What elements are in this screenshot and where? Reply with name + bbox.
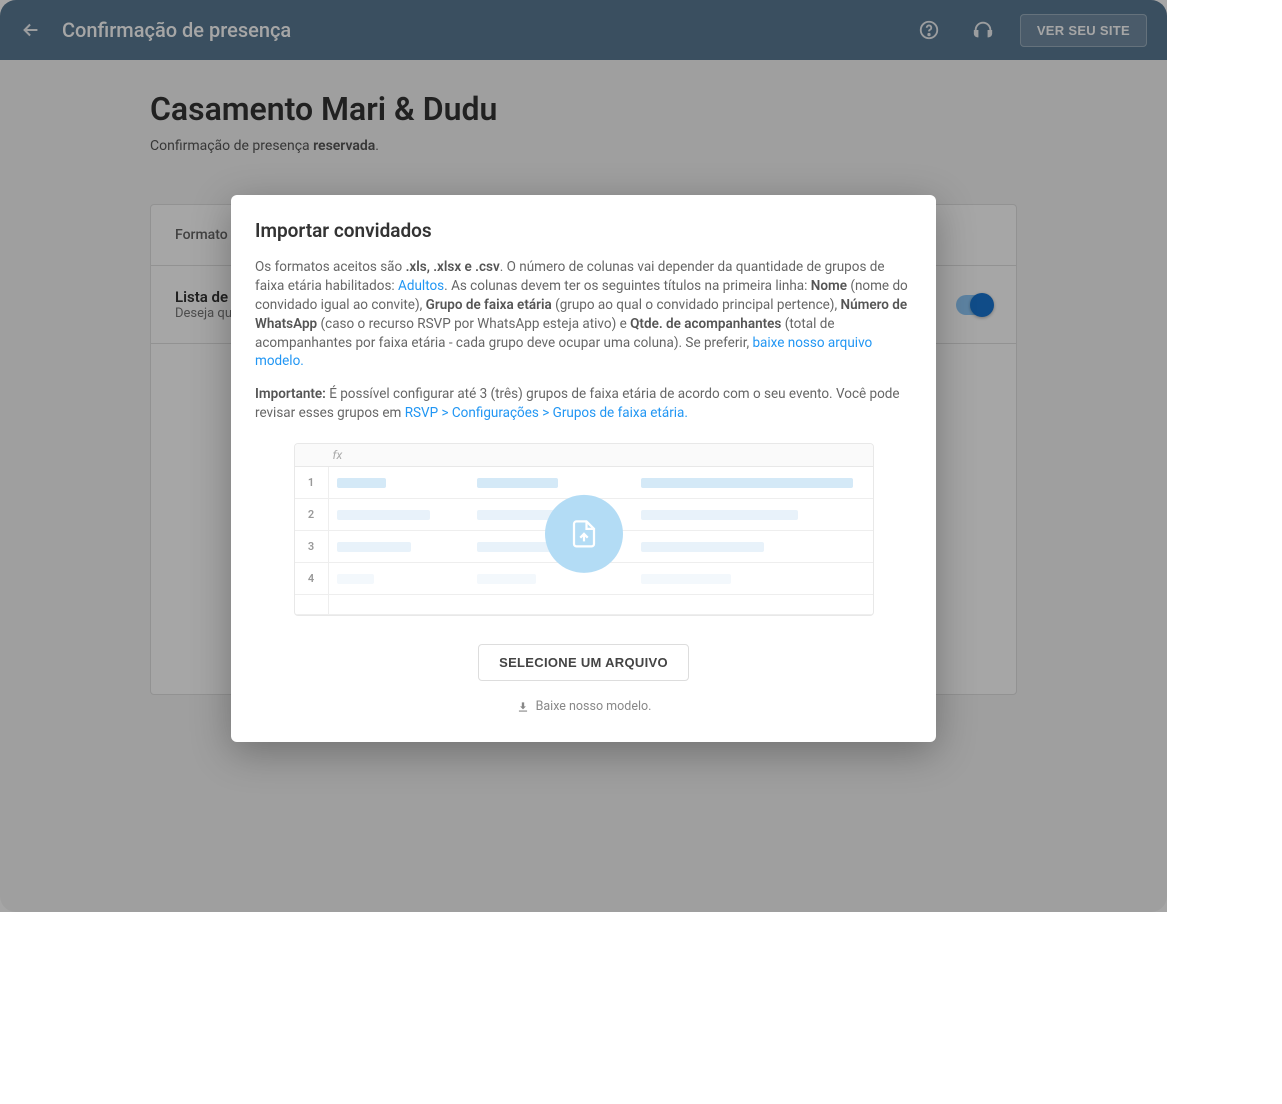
download-model-link[interactable]: Baixe nosso modelo. bbox=[255, 699, 912, 714]
sheet-row bbox=[295, 595, 873, 615]
download-model-text: Baixe nosso modelo. bbox=[536, 699, 652, 714]
modal-paragraph-1: Os formatos aceitos são .xls, .xlsx e .c… bbox=[255, 258, 912, 371]
fx-bar: fx bbox=[295, 444, 873, 467]
modal-title: Importar convidados bbox=[255, 219, 912, 242]
spreadsheet-preview: fx 1 2 3 bbox=[294, 443, 874, 616]
modal-paragraph-2: Importante: É possível configurar até 3 … bbox=[255, 385, 912, 423]
download-icon bbox=[516, 700, 530, 714]
import-guests-modal: Importar convidados Os formatos aceitos … bbox=[231, 195, 936, 742]
fx-label: fx bbox=[333, 448, 343, 462]
modal-overlay[interactable]: Importar convidados Os formatos aceitos … bbox=[0, 0, 1167, 912]
upload-circle bbox=[545, 495, 623, 573]
rsvp-settings-link[interactable]: RSVP > Configurações > Grupos de faixa e… bbox=[405, 405, 688, 421]
file-upload-icon bbox=[569, 519, 599, 549]
select-file-button[interactable]: SELECIONE UM ARQUIVO bbox=[478, 644, 689, 681]
adults-link[interactable]: Adultos bbox=[398, 278, 444, 294]
